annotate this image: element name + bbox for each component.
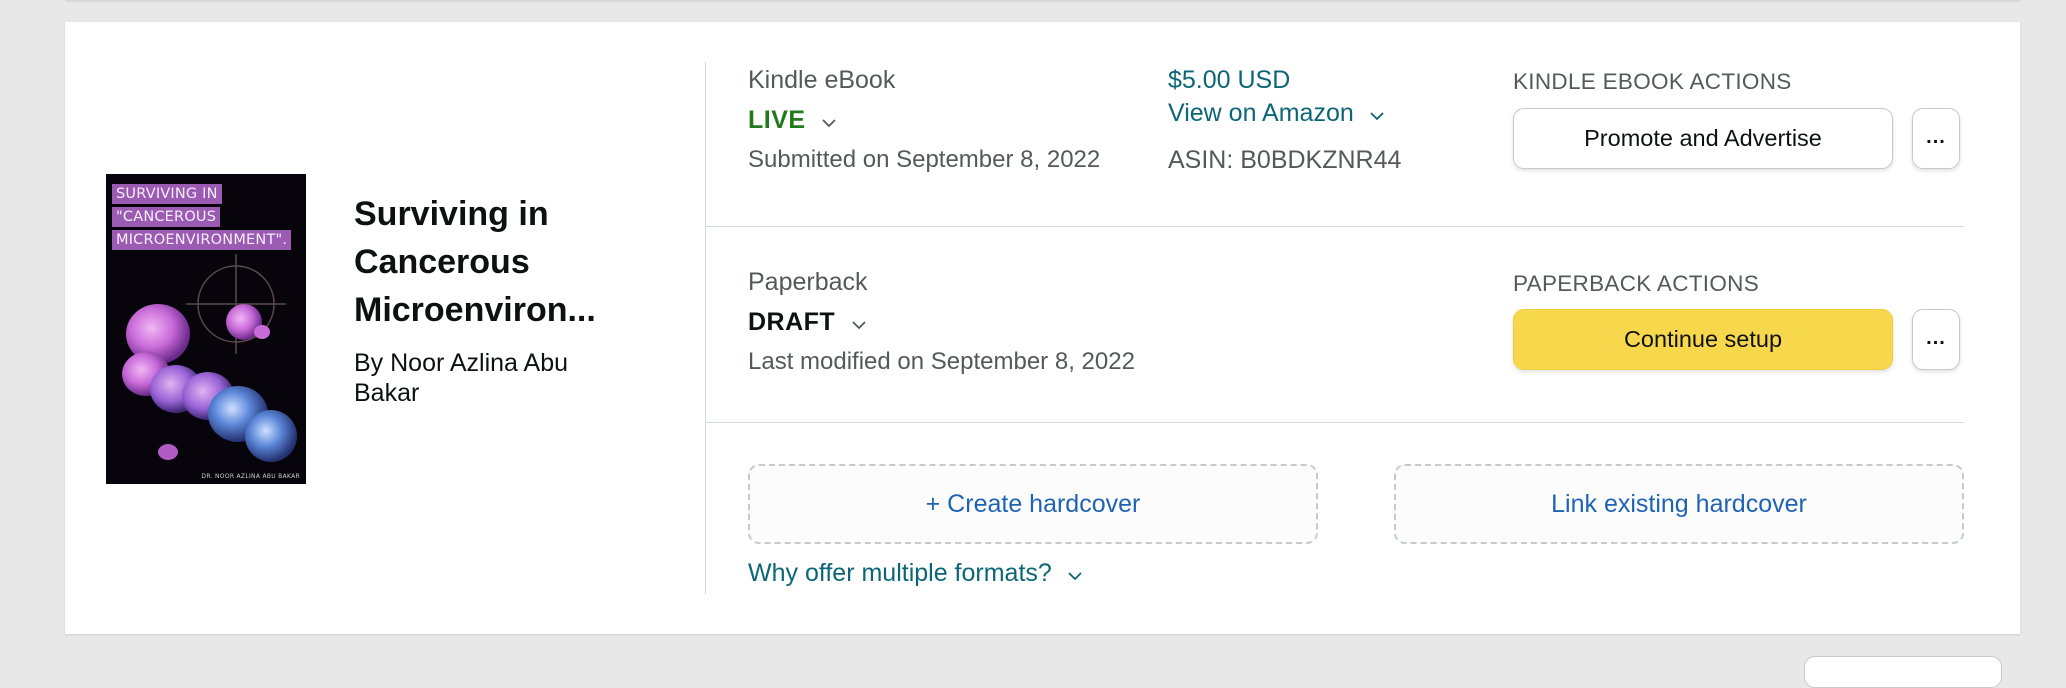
chevron-down-icon	[1370, 112, 1384, 121]
kindle-more-options-button[interactable]: ...	[1912, 108, 1960, 169]
kindle-submitted-date: Submitted on September 8, 2022	[748, 146, 1101, 173]
paperback-status: DRAFT	[748, 308, 836, 336]
top-separator	[65, 0, 2020, 2]
book-cover-image[interactable]: SURVIVING IN "CANCEROUS MICROENVIRONMENT…	[106, 174, 306, 484]
paperback-modified-date: Last modified on September 8, 2022	[748, 348, 1135, 375]
kindle-asin: ASIN: B0BDKZNR44	[1168, 146, 1402, 174]
why-offer-multiple-formats-label: Why offer multiple formats?	[748, 559, 1052, 587]
view-on-amazon-link[interactable]: View on Amazon	[1168, 99, 1384, 128]
book-title[interactable]: Surviving in Cancerous Microenviron...	[354, 190, 624, 334]
kindle-actions-label: KINDLE EBOOK ACTIONS	[1513, 69, 1792, 94]
book-author: By Noor Azlina Abu Bakar	[354, 349, 569, 407]
row-divider	[706, 226, 1964, 227]
cover-cells-illustration	[122, 254, 297, 462]
kindle-status-dropdown[interactable]: LIVE	[748, 106, 836, 135]
kindle-status: LIVE	[748, 106, 806, 134]
why-offer-multiple-formats-link[interactable]: Why offer multiple formats?	[748, 559, 1082, 588]
create-hardcover-button[interactable]: + Create hardcover	[748, 464, 1318, 544]
chevron-down-icon	[822, 119, 836, 128]
book-card: SURVIVING IN "CANCEROUS MICROENVIRONMENT…	[65, 22, 2020, 634]
view-on-amazon-label: View on Amazon	[1168, 99, 1354, 127]
paperback-more-options-button[interactable]: ...	[1912, 309, 1960, 370]
chevron-down-icon	[1068, 572, 1082, 581]
paperback-actions-label: PAPERBACK ACTIONS	[1513, 271, 1759, 296]
next-card-button-edge[interactable]	[1804, 656, 2002, 688]
paperback-status-dropdown[interactable]: DRAFT	[748, 308, 866, 337]
column-divider	[705, 62, 706, 594]
paperback-format-label: Paperback	[748, 268, 868, 296]
kindle-price: $5.00 USD	[1168, 66, 1291, 94]
more-options-icon: ...	[1926, 126, 1946, 148]
chevron-down-icon	[852, 321, 866, 330]
promote-and-advertise-button[interactable]: Promote and Advertise	[1513, 108, 1893, 169]
cover-author-line: DR. NOOR AZLINA ABU BAKAR	[201, 473, 300, 480]
continue-setup-button[interactable]: Continue setup	[1513, 309, 1893, 370]
row-divider	[706, 422, 1964, 423]
link-existing-hardcover-button[interactable]: Link existing hardcover	[1394, 464, 1964, 544]
more-options-icon: ...	[1926, 327, 1946, 349]
kindle-format-label: Kindle eBook	[748, 66, 896, 94]
